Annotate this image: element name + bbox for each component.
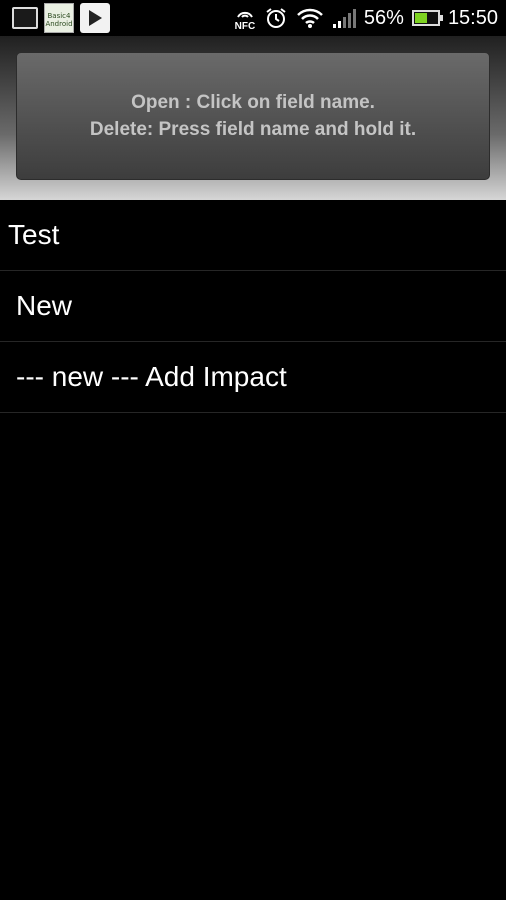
help-open-text: Open : Click on field name. [131,92,375,113]
clock: 15:50 [447,6,498,29]
play-store-icon [80,3,110,33]
list-item-add-impact[interactable]: --- new --- Add Impact [0,342,506,413]
battery-icon [411,10,443,26]
notification-card-icon [12,7,38,29]
battery-percent: 56% [363,6,404,29]
alarm-clock-icon [264,6,288,30]
notification-icons: Basic4 Android [0,3,110,33]
status-bar: Basic4 Android NFC 56% 15:50 [0,0,506,36]
signal-strength-icon [332,8,356,28]
list-item-new[interactable]: New [0,271,506,342]
help-delete-text: Delete: Press field name and hold it. [89,119,417,140]
basic4android-app-icon: Basic4 Android [44,3,74,33]
nfc-icon: NFC [234,5,256,32]
help-box: Open : Click on field name. Delete: Pres… [16,52,490,180]
wifi-icon [296,7,324,29]
list-item-test[interactable]: Test [0,200,506,271]
list-item-label: Test [8,219,60,250]
header-area: Open : Click on field name. Delete: Pres… [0,36,506,200]
system-icons: NFC 56% 15:50 [234,5,506,32]
list-item-label: New [16,290,73,321]
field-list: Test New --- new --- Add Impact [0,200,506,413]
list-item-label: --- new --- Add Impact [16,361,287,392]
